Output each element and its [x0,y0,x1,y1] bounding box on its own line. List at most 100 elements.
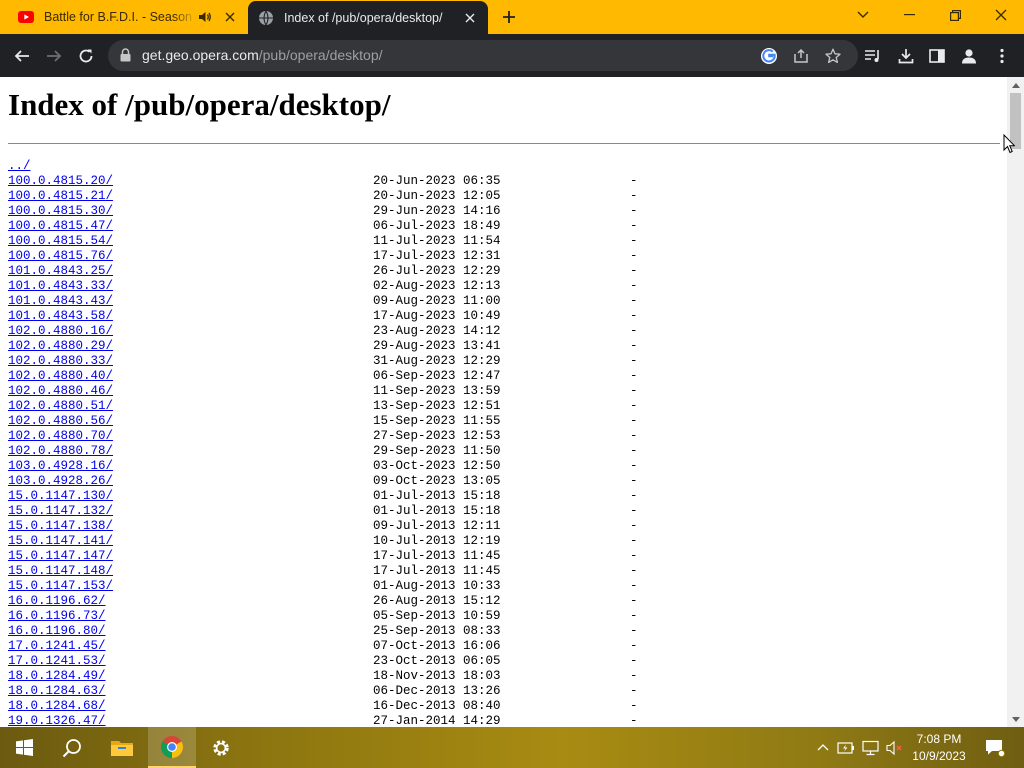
directory-link[interactable]: 19.0.1326.47/ [8,714,106,727]
file-size: - [630,384,638,398]
file-size: - [630,369,638,383]
file-size: - [630,549,638,563]
forward-button[interactable] [40,42,68,70]
directory-link[interactable]: 102.0.4880.40/ [8,369,113,384]
directory-link[interactable]: 100.0.4815.54/ [8,234,113,249]
speaker-muted-icon [886,740,902,755]
directory-link[interactable]: 102.0.4880.56/ [8,414,113,429]
show-hidden-icons-button[interactable] [814,727,832,768]
scroll-down-arrow[interactable] [1007,713,1024,725]
directory-link[interactable]: 17.0.1241.53/ [8,654,106,669]
start-button[interactable] [0,727,48,768]
close-icon[interactable] [460,8,480,28]
directory-link[interactable]: 18.0.1284.49/ [8,669,106,684]
directory-link[interactable]: 100.0.4815.47/ [8,219,113,234]
close-window-button[interactable] [978,0,1024,30]
directory-link[interactable]: 15.0.1147.132/ [8,504,113,519]
directory-link[interactable]: 101.0.4843.43/ [8,294,113,309]
restore-button[interactable] [932,0,978,30]
directory-link[interactable]: 100.0.4815.20/ [8,174,113,189]
vertical-scrollbar[interactable] [1007,77,1024,727]
speaker-icon[interactable] [196,8,214,26]
taskbar-clock[interactable]: 7:08 PM 10/9/2023 [906,731,972,765]
tab-opera-index[interactable]: Index of /pub/opera/desktop/ [248,1,488,34]
listing-row: 15.0.1147.147/17-Jul-2013 11:45 - [8,549,638,564]
directory-link[interactable]: 101.0.4843.33/ [8,279,113,294]
directory-link[interactable]: 102.0.4880.16/ [8,324,113,339]
tab-youtube[interactable]: Battle for B.F.D.I. - Season 4 [8,0,248,34]
profile-button[interactable] [958,45,980,67]
directory-link[interactable]: 100.0.4815.21/ [8,189,113,204]
minimize-button[interactable] [886,0,932,30]
directory-link[interactable]: 102.0.4880.78/ [8,444,113,459]
notifications-button[interactable] [980,727,1010,768]
modified-date: 20-Jun-2023 12:05 [373,189,501,203]
directory-link[interactable]: 100.0.4815.76/ [8,249,113,264]
directory-link[interactable]: 16.0.1196.62/ [8,594,106,609]
chrome-taskbar-button[interactable] [148,727,196,768]
directory-link[interactable]: 16.0.1196.80/ [8,624,106,639]
directory-link[interactable]: 15.0.1147.141/ [8,534,113,549]
scroll-up-arrow[interactable] [1007,79,1024,91]
parent-directory-row: ../ [8,159,53,174]
notification-icon [986,739,1005,757]
directory-link[interactable]: 15.0.1147.130/ [8,489,113,504]
file-size: - [630,699,638,713]
share-icon[interactable] [792,47,810,65]
directory-link[interactable]: 100.0.4815.30/ [8,204,113,219]
directory-link[interactable]: 102.0.4880.70/ [8,429,113,444]
file-size: - [630,669,638,683]
modified-date: 11-Sep-2023 13:59 [373,384,501,398]
directory-link[interactable]: 15.0.1147.138/ [8,519,113,534]
bookmark-star-icon[interactable] [824,47,842,65]
url-text: get.geo.opera.com/pub/opera/desktop/ [142,40,383,71]
file-size: - [630,684,638,698]
network-tray[interactable] [860,727,882,768]
file-size: - [630,444,638,458]
listing-row: 16.0.1196.73/05-Sep-2013 10:59 - [8,609,638,624]
directory-link[interactable]: 102.0.4880.51/ [8,399,113,414]
address-bar[interactable]: get.geo.opera.com/pub/opera/desktop/ [108,40,858,71]
directory-link[interactable]: 17.0.1241.45/ [8,639,106,654]
chevron-up-icon [817,744,829,751]
search-icon [62,738,81,757]
directory-link[interactable]: 101.0.4843.25/ [8,264,113,279]
modified-date: 15-Sep-2023 11:55 [373,414,501,428]
directory-link[interactable]: 16.0.1196.73/ [8,609,106,624]
directory-link[interactable]: 15.0.1147.147/ [8,549,113,564]
modified-date: 06-Jul-2023 18:49 [373,219,501,233]
directory-link[interactable]: 102.0.4880.33/ [8,354,113,369]
menu-button[interactable] [991,45,1013,67]
directory-link[interactable]: 102.0.4880.29/ [8,339,113,354]
google-lens-icon[interactable] [760,47,778,65]
file-size: - [630,609,638,623]
modified-date: 23-Aug-2023 14:12 [373,324,501,338]
file-size: - [630,309,638,323]
side-panel-button[interactable] [926,45,948,67]
directory-link[interactable]: 103.0.4928.26/ [8,474,113,489]
power-battery-tray[interactable] [836,727,856,768]
listing-row: 15.0.1147.130/01-Jul-2013 15:18 - [8,489,638,504]
file-explorer-button[interactable] [98,727,146,768]
close-icon[interactable] [220,7,240,27]
lock-icon[interactable] [120,48,131,67]
directory-link[interactable]: 103.0.4928.16/ [8,459,113,474]
parent-directory-link[interactable]: ../ [8,159,31,174]
directory-link[interactable]: 102.0.4880.46/ [8,384,113,399]
media-control-button[interactable] [862,45,884,67]
back-button[interactable] [8,42,36,70]
search-button[interactable] [48,727,96,768]
reload-button[interactable] [72,42,100,70]
volume-tray[interactable] [884,727,906,768]
directory-link[interactable]: 101.0.4843.58/ [8,309,113,324]
directory-link[interactable]: 18.0.1284.63/ [8,684,106,699]
directory-link[interactable]: 15.0.1147.153/ [8,579,113,594]
file-size: - [630,414,638,428]
directory-link[interactable]: 15.0.1147.148/ [8,564,113,579]
directory-link[interactable]: 18.0.1284.68/ [8,699,106,714]
downloads-button[interactable] [895,45,917,67]
windows-taskbar: 7:08 PM 10/9/2023 [0,727,1024,768]
new-tab-button[interactable] [497,6,521,28]
settings-taskbar-button[interactable] [197,727,245,768]
tab-search-button[interactable] [840,0,886,30]
